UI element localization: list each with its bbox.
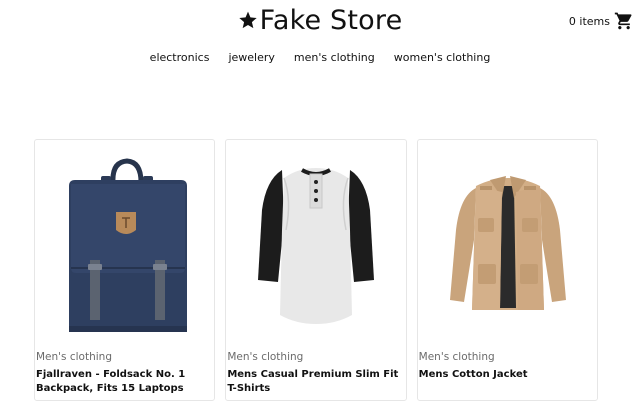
product-title[interactable]: Fjallraven - Foldsack No. 1 Backpack, Fi… xyxy=(36,368,214,396)
product-grid: Men's clothing Fjallraven - Foldsack No.… xyxy=(34,139,598,401)
product-card[interactable]: Men's clothing Mens Cotton Jacket xyxy=(416,139,598,401)
site-header: Fake Store 0 items xyxy=(0,0,640,44)
category-nav: electronics jewelery men's clothing wome… xyxy=(0,48,640,68)
nav-jewelery[interactable]: jewelery xyxy=(228,48,274,68)
product-image[interactable] xyxy=(35,140,214,345)
product-card[interactable]: Men's clothing Mens Casual Premium Slim … xyxy=(225,139,407,401)
product-title[interactable]: Mens Cotton Jacket xyxy=(419,368,597,382)
nav-mens-clothing[interactable]: men's clothing xyxy=(294,48,375,68)
site-title: Fake Store xyxy=(259,5,403,36)
nav-womens-clothing[interactable]: women's clothing xyxy=(394,48,491,68)
product-category: Men's clothing xyxy=(227,351,304,363)
product-image[interactable] xyxy=(418,140,597,345)
site-logo[interactable]: Fake Store xyxy=(0,2,640,40)
cart-count: 0 items xyxy=(568,14,610,28)
product-category: Men's clothing xyxy=(418,351,495,363)
product-title[interactable]: Mens Casual Premium Slim Fit T-Shirts xyxy=(227,368,405,396)
star-icon xyxy=(238,11,257,29)
nav-electronics[interactable]: electronics xyxy=(150,48,210,68)
shopping-cart-icon xyxy=(614,12,632,30)
raglan-tshirt-image xyxy=(258,168,375,324)
cart-button[interactable]: 0 items xyxy=(569,10,634,32)
product-image[interactable] xyxy=(226,140,405,345)
cotton-jacket-image xyxy=(449,176,566,310)
backpack-image xyxy=(69,158,187,332)
product-category: Men's clothing xyxy=(36,351,112,363)
product-card[interactable]: Men's clothing Fjallraven - Foldsack No.… xyxy=(34,139,216,401)
